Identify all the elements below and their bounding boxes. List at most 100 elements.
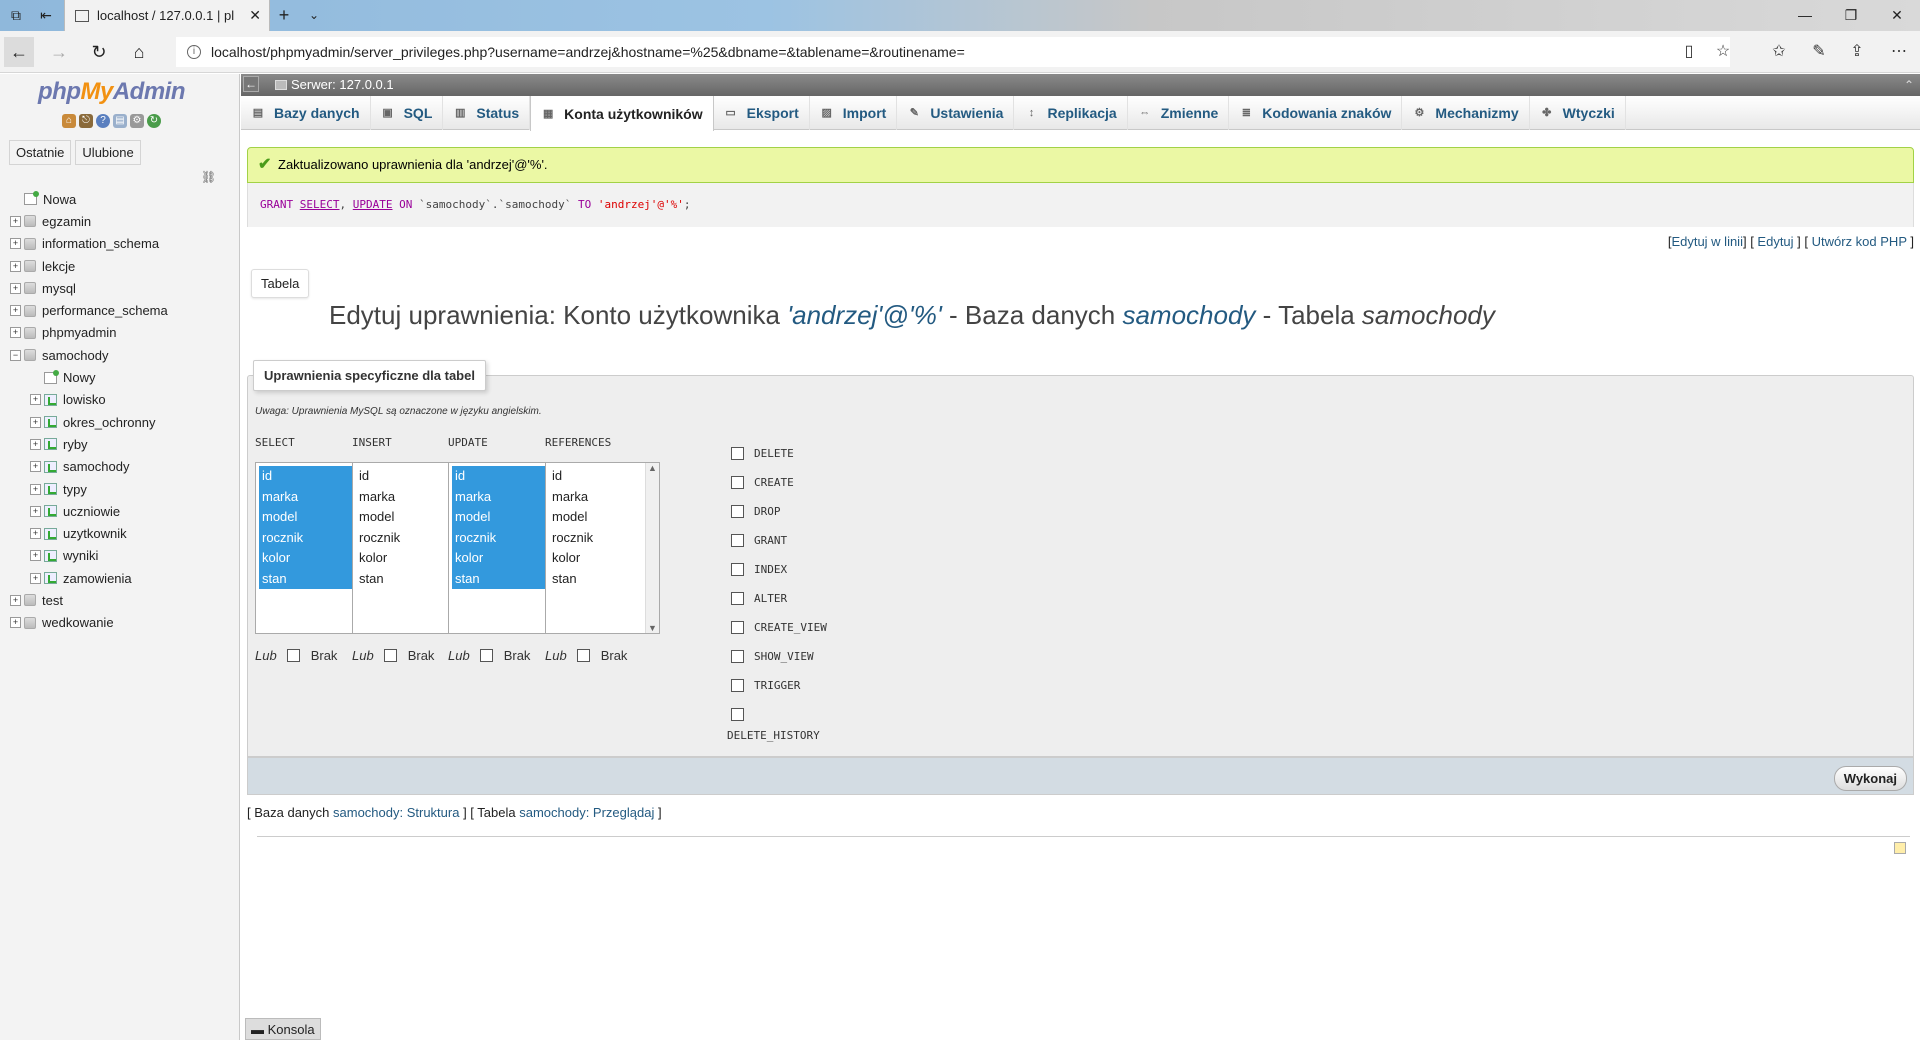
column-option[interactable]: kolor bbox=[452, 548, 547, 569]
column-option[interactable]: id bbox=[259, 466, 354, 487]
column-option[interactable]: model bbox=[356, 507, 451, 528]
expand-icon[interactable]: + bbox=[30, 505, 41, 517]
expand-icon[interactable]: + bbox=[10, 327, 21, 339]
help-icon[interactable]: ? bbox=[96, 114, 110, 128]
none-checkbox[interactable] bbox=[479, 649, 493, 662]
tree-item-label[interactable]: Nowy bbox=[63, 370, 96, 385]
tab-menu-item[interactable]: ▣ SQL bbox=[371, 96, 444, 130]
tree-item[interactable]: + zamowienia bbox=[10, 567, 238, 589]
tree-item[interactable]: + lowisko bbox=[10, 389, 238, 411]
tree-item-label[interactable]: wyniki bbox=[63, 548, 98, 563]
privilege-checkbox[interactable] bbox=[731, 476, 744, 489]
tree-item[interactable]: + wyniki bbox=[10, 545, 238, 567]
restore-icon[interactable]: ❐ bbox=[1828, 0, 1874, 31]
privilege-checkbox[interactable] bbox=[731, 505, 744, 518]
tab-menu-item[interactable]: ✤ Wtyczki bbox=[1530, 96, 1626, 130]
browser-tab[interactable]: localhost / 127.0.0.1 | pl ✕ bbox=[64, 0, 270, 31]
scroll-down-icon[interactable]: ▼ bbox=[648, 623, 657, 633]
tree-item[interactable]: + typy bbox=[10, 478, 238, 500]
favorite-star-icon[interactable]: ☆ bbox=[1708, 37, 1738, 67]
tree-item[interactable]: + phpmyadmin bbox=[10, 322, 238, 344]
column-option[interactable]: id bbox=[452, 466, 547, 487]
tree-item[interactable]: Nowa bbox=[10, 188, 238, 210]
new-tab-icon[interactable]: + bbox=[272, 4, 296, 26]
expand-icon[interactable]: + bbox=[30, 461, 41, 473]
expand-icon[interactable]: + bbox=[10, 282, 21, 294]
favorites-tab[interactable]: Ulubione bbox=[75, 140, 141, 165]
tree-item[interactable]: + lekcje bbox=[10, 255, 238, 277]
tree-item[interactable]: + samochody bbox=[10, 456, 238, 478]
settings-icon[interactable]: ⚙ bbox=[130, 114, 144, 128]
tree-item[interactable]: + wedkowanie bbox=[10, 612, 238, 634]
phpmyadmin-logo[interactable]: phpMyAdmin bbox=[38, 78, 186, 106]
minimize-icon[interactable]: — bbox=[1782, 0, 1828, 31]
none-checkbox[interactable] bbox=[286, 649, 300, 662]
back-icon[interactable]: ← bbox=[4, 37, 34, 67]
home-icon[interactable]: ⌂ bbox=[124, 37, 154, 67]
tree-item-label[interactable]: typy bbox=[63, 482, 87, 497]
column-option[interactable]: kolor bbox=[356, 548, 451, 569]
scroll-up-icon[interactable]: ▲ bbox=[648, 463, 657, 473]
more-icon[interactable]: ⋯ bbox=[1884, 37, 1914, 67]
tree-item-label[interactable]: ryby bbox=[63, 437, 88, 452]
url-field[interactable]: i localhost/phpmyadmin/server_privileges… bbox=[176, 37, 1730, 67]
tree-item-label[interactable]: zamowienia bbox=[63, 571, 132, 586]
expand-icon[interactable]: + bbox=[30, 483, 41, 495]
column-option[interactable]: kolor bbox=[549, 548, 644, 569]
column-option[interactable]: marka bbox=[259, 486, 354, 507]
tab-actions-icon[interactable]: ⧉ bbox=[4, 4, 28, 26]
submit-button[interactable]: Wykonaj bbox=[1833, 766, 1907, 791]
privilege-checkbox[interactable] bbox=[731, 534, 744, 547]
expand-icon[interactable]: + bbox=[30, 394, 41, 406]
home-icon[interactable]: ⌂ bbox=[62, 114, 76, 128]
expand-icon[interactable]: + bbox=[30, 438, 41, 450]
reading-view-icon[interactable]: ▯ bbox=[1674, 37, 1704, 67]
close-tab-icon[interactable]: ✕ bbox=[249, 7, 261, 24]
tree-item[interactable]: + okres_ochronny bbox=[10, 411, 238, 433]
tree-item[interactable]: + information_schema bbox=[10, 233, 238, 255]
column-option[interactable]: model bbox=[549, 507, 644, 528]
privilege-checkbox[interactable] bbox=[731, 447, 744, 460]
create-php-link[interactable]: Utwórz kod PHP bbox=[1812, 234, 1907, 249]
set-aside-tabs-icon[interactable]: ⇤ bbox=[34, 4, 58, 26]
tree-item-label[interactable]: uczniowie bbox=[63, 504, 120, 519]
tree-item-label[interactable]: phpmyadmin bbox=[42, 325, 116, 340]
tree-item-label[interactable]: Nowa bbox=[43, 192, 76, 207]
column-option[interactable]: rocznik bbox=[356, 528, 451, 549]
tree-item-label[interactable]: samochody bbox=[42, 348, 108, 363]
column-option[interactable]: rocznik bbox=[549, 528, 644, 549]
tree-item[interactable]: + ryby bbox=[10, 433, 238, 455]
tree-item[interactable]: + egzamin bbox=[10, 210, 238, 232]
expand-icon[interactable]: + bbox=[30, 572, 41, 584]
documentation-icon[interactable]: ▤ bbox=[113, 114, 127, 128]
expand-icon[interactable]: + bbox=[30, 550, 41, 562]
refresh-icon[interactable]: ↻ bbox=[84, 37, 114, 67]
column-option[interactable]: rocznik bbox=[259, 527, 354, 548]
scrollbar[interactable]: ▲▼ bbox=[645, 463, 659, 633]
expand-icon[interactable]: + bbox=[10, 260, 21, 272]
tree-item-label[interactable]: information_schema bbox=[42, 236, 159, 251]
tree-item-label[interactable]: lowisko bbox=[63, 392, 106, 407]
privilege-checkbox[interactable] bbox=[731, 650, 744, 663]
column-select-list[interactable]: idmarkamodelrocznikkolorstan▲▼ bbox=[545, 462, 660, 634]
privilege-checkbox[interactable] bbox=[731, 621, 744, 634]
server-label[interactable]: Serwer: 127.0.0.1 bbox=[291, 74, 394, 96]
column-option[interactable]: id bbox=[356, 466, 451, 487]
table-browse-link[interactable]: samochody: Przeglądaj bbox=[519, 805, 654, 820]
chevron-down-icon[interactable]: ⌄ bbox=[302, 4, 326, 26]
column-option[interactable]: marka bbox=[356, 487, 451, 508]
pen-icon[interactable]: ✎ bbox=[1804, 37, 1834, 67]
tree-item[interactable]: − samochody bbox=[10, 344, 238, 366]
maximize-icon[interactable]: ⌃ bbox=[1904, 74, 1914, 96]
privilege-checkbox[interactable] bbox=[731, 592, 744, 605]
tab-menu-item[interactable]: ⇔ Zmienne bbox=[1128, 96, 1230, 130]
tree-item[interactable]: + test bbox=[10, 589, 238, 611]
column-option[interactable]: kolor bbox=[259, 548, 354, 569]
tree-item-label[interactable]: egzamin bbox=[42, 214, 91, 229]
column-option[interactable]: model bbox=[452, 507, 547, 528]
edit-inline-link[interactable]: Edytuj w linii bbox=[1671, 234, 1743, 249]
share-icon[interactable]: ⇪ bbox=[1842, 37, 1872, 67]
none-checkbox[interactable] bbox=[576, 649, 590, 662]
recent-tab[interactable]: Ostatnie bbox=[9, 140, 72, 165]
expand-icon[interactable]: + bbox=[10, 238, 21, 250]
